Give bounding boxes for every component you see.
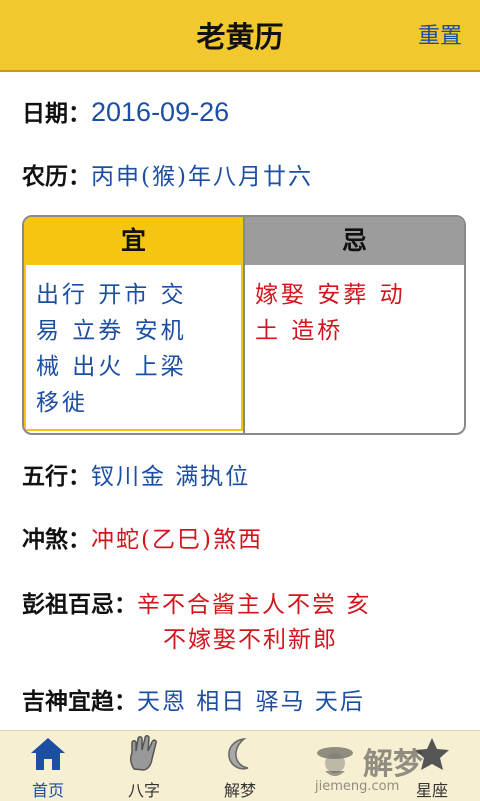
- jishen-value: 天恩 相日 驿马 天后: [137, 689, 365, 715]
- reset-button[interactable]: 重置: [418, 18, 462, 50]
- tab-home-label: 首页: [31, 781, 64, 800]
- watermark-brand: 解梦: [363, 747, 423, 782]
- date-value[interactable]: 2016-09-26: [91, 97, 229, 127]
- lunar-value: 丙申(猴)年八月廿六: [91, 164, 313, 190]
- date-label: 日期：: [22, 101, 91, 127]
- site-watermark: 解梦 jiemeng.com: [305, 735, 475, 797]
- tab-jiemeng[interactable]: 解梦: [192, 731, 288, 801]
- jishen-label: 吉神宜趋：: [22, 689, 137, 715]
- pengzu-row: 彭祖百忌：辛不合酱主人不尝 亥: [22, 585, 371, 619]
- page-title: 老黄历: [196, 20, 284, 54]
- chongsha-row: 冲煞：冲蛇(乙巳)煞西: [22, 520, 263, 554]
- wuxing-label: 五行：: [22, 464, 91, 490]
- watermark-url: jiemeng.com: [315, 779, 400, 794]
- pengzu-value-line1: 辛不合酱主人不尝 亥: [137, 592, 372, 618]
- wuxing-value: 钗川金 满执位: [91, 464, 251, 490]
- ji-line: 土 造桥: [255, 318, 344, 344]
- app-header: 老黄历 重置: [0, 0, 480, 72]
- home-icon: [31, 738, 65, 770]
- ji-line: 嫁娶 安葬 动: [255, 282, 406, 308]
- chongsha-value: 冲蛇(乙巳)煞西: [91, 527, 263, 553]
- wuxing-row: 五行：钗川金 满执位: [22, 457, 250, 491]
- ji-content: 嫁娶 安葬 动 土 造桥: [245, 265, 464, 431]
- jishen-row: 吉神宜趋：天恩 相日 驿马 天后: [22, 682, 365, 716]
- lunar-label: 农历：: [22, 164, 91, 190]
- tab-jiemeng-label: 解梦: [223, 781, 256, 800]
- yi-header: 宜: [24, 217, 243, 265]
- yi-line: 易 立券 安机: [36, 318, 187, 344]
- date-row: 日期：2016-09-26: [22, 94, 229, 128]
- lunar-row: 农历：丙申(猴)年八月廿六: [22, 157, 313, 191]
- ji-header: 忌: [245, 217, 464, 265]
- yi-line: 出行 开市 交: [36, 282, 187, 308]
- chongsha-label: 冲煞：: [22, 527, 91, 553]
- tab-bazi-label: 八字: [127, 781, 160, 800]
- palm-icon: [129, 735, 157, 771]
- pengzu-value-line2: 不嫁娶不利新郎: [163, 627, 338, 653]
- pengzu-label: 彭祖百忌：: [22, 592, 137, 618]
- moon-icon: [228, 737, 249, 770]
- tab-bazi[interactable]: 八字: [96, 731, 192, 801]
- tab-home[interactable]: 首页: [0, 731, 96, 801]
- yi-line: 移徙: [36, 390, 88, 416]
- yi-ji-table: 宜 忌 出行 开市 交 易 立券 安机 械 出火 上梁 移徙 嫁娶 安葬 动 土…: [22, 215, 466, 435]
- yi-content: 出行 开市 交 易 立券 安机 械 出火 上梁 移徙: [24, 265, 243, 431]
- yi-line: 械 出火 上梁: [36, 354, 187, 380]
- fortune-teller-logo-icon: [317, 747, 353, 776]
